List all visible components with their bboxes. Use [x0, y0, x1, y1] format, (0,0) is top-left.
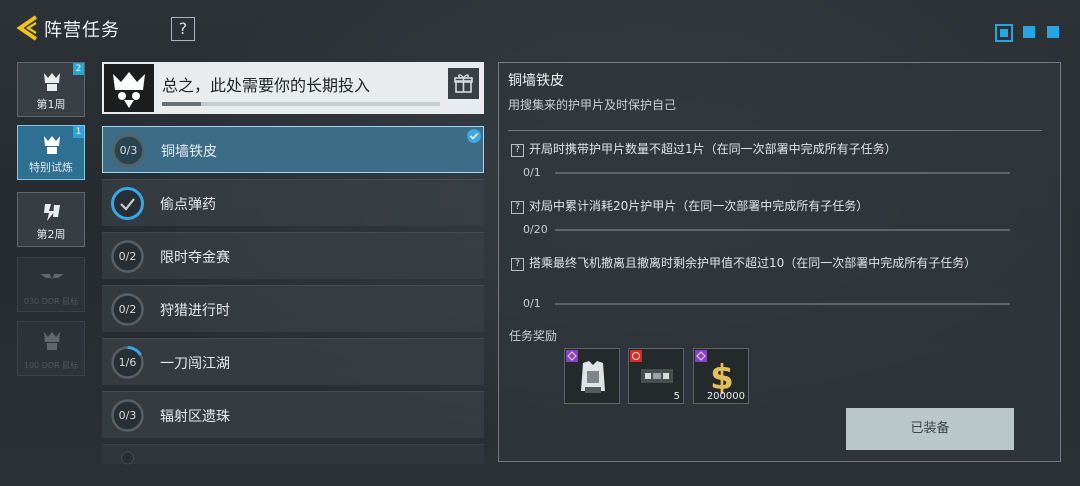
reward-quantity: 200000 [706, 391, 745, 402]
task-count: 0/3 [119, 144, 138, 157]
page-indicator-2[interactable] [1023, 26, 1035, 38]
subtask-progress-bar [555, 229, 1010, 231]
week-tab-1[interactable]: 2 第1周 [17, 62, 85, 117]
week-label: 100 DDR 鼠标 [23, 361, 79, 370]
event-progress-bar [162, 102, 440, 106]
task-count: 0/2 [118, 303, 137, 316]
crown-crest-icon [113, 72, 145, 108]
crest-icon [44, 332, 60, 350]
subtask-text: ? 开局时携带护甲片数量不超过1片（在同一次部署中完成所有子任务） [511, 140, 1041, 158]
task-item[interactable]: 0/3 铜墙铁皮 [102, 126, 484, 173]
subtask-text: ? 搭乘最终飞机撤离且撤离时剩余护甲值不超过10（在同一次部署中完成所有子任务） [511, 254, 1041, 272]
task-name: 限时夺金赛 [160, 250, 230, 266]
week-tab-4-locked[interactable]: 100 DDR 鼠标 [17, 321, 85, 376]
subtask-progress: 0/1 [523, 166, 541, 179]
task-name: 铜墙铁皮 [161, 144, 217, 160]
subtask-text: ? 对局中累计消耗20片护甲片（在同一次部署中完成所有子任务） [511, 197, 1041, 215]
reward-item[interactable]: 5 [628, 348, 684, 404]
task-name: 辐射区遗珠 [160, 409, 230, 425]
selected-check-icon [467, 129, 481, 143]
task-item[interactable]: 偷点弹药 [102, 179, 484, 226]
subtask-progress: 0/1 [523, 297, 541, 310]
back-arrow-icon[interactable] [14, 14, 42, 42]
week-label: 第2周 [36, 228, 66, 241]
rarity-purple-icon [695, 350, 707, 362]
task-item[interactable]: 0/2 限时夺金赛 [102, 232, 484, 279]
page-indicator-3[interactable] [1047, 26, 1059, 38]
rarity-red-icon [630, 350, 642, 362]
task-item-partial[interactable] [102, 444, 484, 465]
task-item[interactable]: 0/3 辐射区遗珠 [102, 391, 484, 438]
task-name: 偷点弹药 [160, 197, 216, 213]
task-item[interactable]: 0/2 狩猎进行时 [102, 285, 484, 332]
week-badge: 1 [73, 126, 84, 138]
task-name: 一刀闯江湖 [160, 356, 230, 372]
question-icon[interactable]: ? [511, 144, 524, 157]
week-badge: 2 [73, 63, 84, 75]
question-icon[interactable]: ? [511, 201, 524, 214]
divider [508, 130, 1042, 131]
week-label: 030 DDR 鼠标 [23, 297, 79, 306]
crest-icon [44, 136, 60, 154]
week-label: 第1周 [36, 98, 66, 111]
reward-item[interactable] [564, 348, 620, 404]
equipped-button[interactable]: 已装备 [846, 408, 1014, 450]
subtask-progress-bar [555, 172, 1010, 174]
task-count: 0/3 [118, 409, 137, 422]
task-progress-ring [121, 451, 134, 465]
crest-icon [44, 73, 60, 91]
task-item[interactable]: 1/6 一刀闯江湖 [102, 338, 484, 385]
reward-item[interactable]: $ 200000 [693, 348, 749, 404]
rewards-label: 任务奖励 [509, 329, 558, 343]
detail-description: 用搜集来的护甲片及时保护自己 [508, 98, 677, 112]
week-tab-special-trial[interactable]: 1 特别试炼 [17, 125, 85, 180]
event-progress-fill [162, 102, 201, 106]
gift-icon [454, 74, 473, 93]
task-name: 狩猎进行时 [160, 303, 230, 319]
task-count: 0/2 [118, 250, 137, 263]
page-indicator-1[interactable] [995, 24, 1013, 42]
page-title: 阵营任务 [44, 20, 120, 41]
subtask-progress: 0/20 [523, 223, 548, 236]
rarity-purple-icon [566, 350, 578, 362]
faction-crest [104, 64, 154, 112]
week-label: 特别试炼 [29, 161, 73, 174]
gift-button[interactable] [448, 68, 479, 99]
question-icon[interactable]: ? [511, 258, 524, 271]
emblem-icon [44, 204, 60, 221]
wings-icon [40, 274, 64, 280]
detail-title: 铜墙铁皮 [508, 73, 564, 89]
help-button[interactable]: ? [171, 17, 195, 41]
event-header: 总之，此处需要你的长期投入 [102, 62, 484, 114]
week-tab-2[interactable]: 第2周 [17, 192, 85, 247]
completed-check-icon [111, 187, 144, 220]
event-title: 总之，此处需要你的长期投入 [162, 76, 371, 95]
subtask-progress-bar [555, 303, 1010, 305]
reward-quantity: 5 [673, 391, 680, 402]
task-count: 1/6 [118, 356, 137, 369]
week-tab-3-locked[interactable]: 030 DDR 鼠标 [17, 257, 85, 312]
